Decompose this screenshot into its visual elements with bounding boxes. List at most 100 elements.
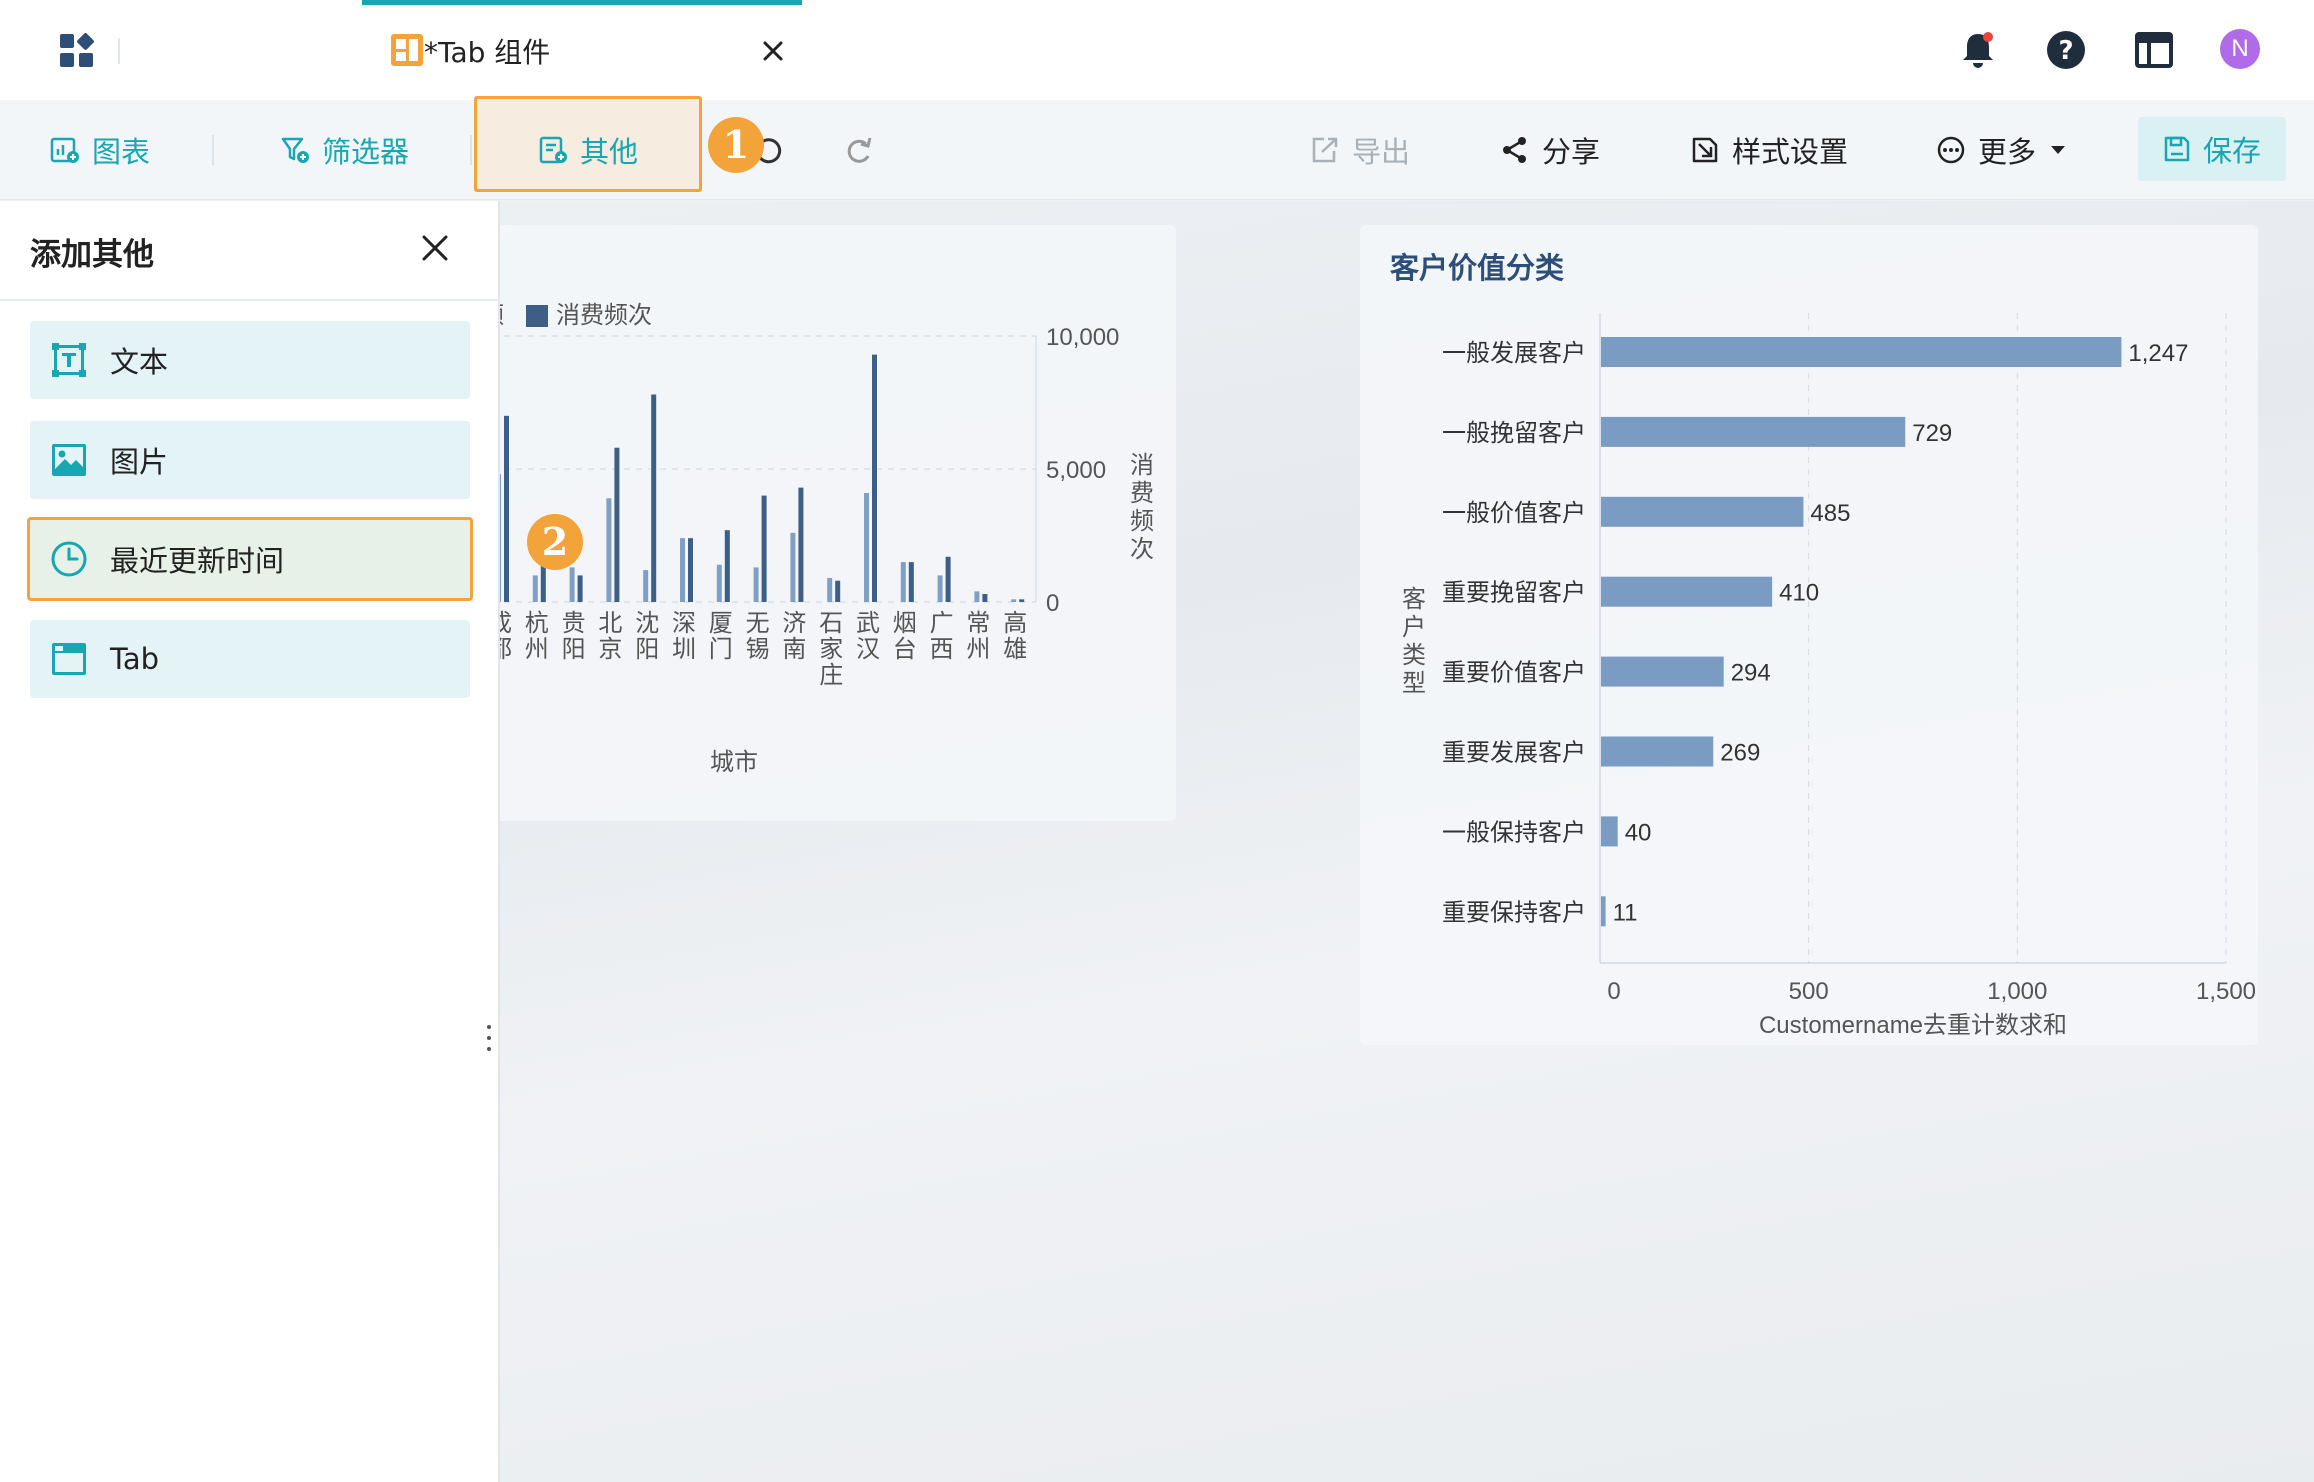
close-tab-icon[interactable] — [757, 35, 789, 67]
x-tick-label: 常州 — [966, 610, 990, 663]
panel-item-label: 图片 — [110, 445, 169, 479]
toolbar-divider — [212, 135, 214, 165]
clock-icon — [51, 541, 87, 577]
y-tick-label: 一般价值客户 — [1442, 500, 1586, 527]
bar — [1601, 816, 1618, 847]
bar — [688, 538, 693, 602]
more-button[interactable]: 更多 — [1936, 100, 2068, 200]
bar-secondary — [790, 532, 796, 602]
panel-item-text[interactable]: 文本 — [30, 321, 470, 399]
x-tick-label: 烟台 — [893, 610, 917, 663]
filter-button-label: 筛选器 — [322, 135, 410, 169]
chart-button-label: 图表 — [92, 135, 151, 169]
filter-button[interactable]: 筛选器 — [280, 100, 409, 200]
bar-secondary — [864, 492, 869, 602]
style-icon — [1692, 137, 1718, 163]
y-tick-label: 重要挽留客户 — [1442, 580, 1586, 607]
caret-down-icon — [2051, 146, 2066, 154]
image-icon — [52, 444, 86, 476]
bell-icon[interactable] — [1956, 28, 2000, 72]
panel-item-label: 文本 — [110, 345, 169, 379]
x-tick-label: 沈阳 — [635, 610, 659, 663]
x-tick-label: 1,000 — [1987, 978, 2047, 1005]
data-label: 11 — [1613, 899, 1638, 926]
step-badge-1: 1 — [708, 117, 764, 173]
resize-handle-icon[interactable] — [486, 1023, 492, 1053]
x-tick-label: 高雄 — [1003, 610, 1027, 663]
add-filter-icon — [281, 137, 309, 163]
text-icon — [52, 343, 86, 377]
style-settings-label: 样式设置 — [1732, 135, 1849, 169]
y-tick-label: 重要发展客户 — [1442, 740, 1586, 767]
bar — [761, 495, 767, 602]
x-tick-label: 杭州 — [525, 610, 549, 663]
tab-component[interactable]: *Tab 组件 — [362, 0, 802, 100]
city-frequency-chart: 额消费频次10,0005,0000消费频次成都杭州贵阳北京沈阳深圳厦门无锡济南石… — [480, 302, 1154, 776]
help-icon[interactable]: ? — [2044, 28, 2088, 72]
y-tick-label: 10,000 — [1046, 324, 1119, 351]
legend-label: 消费频次 — [556, 302, 652, 329]
add-other-panel: 添加其他 文本 图片 最近更新时间 Tab — [0, 201, 500, 1482]
bar-secondary — [900, 562, 906, 602]
bar — [1019, 599, 1025, 602]
bar — [982, 594, 988, 602]
x-tick-label: 济南 — [782, 610, 806, 663]
topbar-divider — [118, 38, 120, 64]
redo-icon[interactable] — [842, 132, 878, 168]
legend-swatch — [526, 305, 548, 327]
bar — [577, 575, 583, 602]
x-axis-label: 城市 — [710, 749, 758, 776]
other-button[interactable]: 其他 — [538, 100, 638, 200]
x-tick-label: 500 — [1789, 978, 1829, 1005]
share-button-label: 分享 — [1542, 135, 1601, 169]
x-tick-label: 1,500 — [2196, 978, 2256, 1005]
bar — [1601, 576, 1773, 607]
bar — [651, 394, 657, 602]
customer-value-title: 客户价值分类 — [1390, 251, 1565, 285]
city-chart-card[interactable]: 额消费频次10,0005,0000消费频次成都杭州贵阳北京沈阳深圳厦门无锡济南石… — [480, 225, 1176, 821]
bar-secondary — [569, 567, 575, 602]
apps-icon[interactable] — [58, 32, 96, 70]
panel-item-label: 最近更新时间 — [110, 544, 285, 578]
customer-value-card[interactable]: 客户价值分类 一般发展客户 1,247 一般挽留客户 729 一般价值客户 485 重要挽留… — [1360, 225, 2258, 1045]
bar — [798, 487, 804, 602]
export-button[interactable]: 导出 — [1310, 100, 1410, 200]
close-panel-icon[interactable] — [418, 231, 452, 265]
dashboard-icon — [391, 34, 423, 66]
bar-secondary — [974, 591, 980, 602]
y-tick-label: 重要保持客户 — [1442, 899, 1586, 926]
panel-title: 添加其他 — [30, 237, 154, 273]
export-icon — [1312, 137, 1338, 163]
chart-button[interactable]: 图表 — [50, 100, 150, 200]
share-button[interactable]: 分享 — [1500, 100, 1600, 200]
more-icon — [1937, 136, 1965, 164]
y-tick-label: 一般保持客户 — [1442, 819, 1586, 846]
data-label: 729 — [1912, 420, 1952, 447]
bar-secondary — [680, 538, 685, 602]
user-avatar[interactable]: N — [2220, 29, 2260, 69]
data-label: 40 — [1625, 819, 1652, 846]
x-tick-label: 北京 — [598, 610, 622, 663]
more-button-label: 更多 — [1978, 135, 2037, 169]
x-tick-label: 石家庄 — [819, 610, 843, 689]
x-tick-label: 无锡 — [746, 610, 770, 663]
bar — [1601, 736, 1714, 767]
customer-value-chart: 一般发展客户 1,247 一般挽留客户 729 一般价值客户 485 重要挽留客户 410 重要… — [1402, 313, 2256, 1039]
share-icon — [1503, 137, 1526, 163]
bar — [1601, 337, 2122, 367]
step-badge-2: 2 — [527, 514, 583, 570]
x-tick-label: 0 — [1607, 978, 1620, 1005]
panel-item-last-update-time[interactable]: 最近更新时间 — [27, 517, 473, 601]
panel-header: 添加其他 — [0, 201, 500, 301]
tab-title: *Tab 组件 — [424, 36, 551, 69]
panel-item-tab[interactable]: Tab — [30, 620, 470, 698]
save-button[interactable]: 保存 — [2138, 117, 2286, 181]
other-button-label: 其他 — [580, 135, 639, 169]
toolbar-divider — [470, 135, 472, 165]
y-tick-label: 5,000 — [1046, 457, 1106, 484]
panel-item-label: Tab — [110, 642, 160, 676]
layout-icon[interactable] — [2132, 28, 2176, 72]
panel-item-image[interactable]: 图片 — [30, 421, 470, 499]
style-settings-button[interactable]: 样式设置 — [1690, 100, 1848, 200]
bar — [504, 415, 509, 602]
